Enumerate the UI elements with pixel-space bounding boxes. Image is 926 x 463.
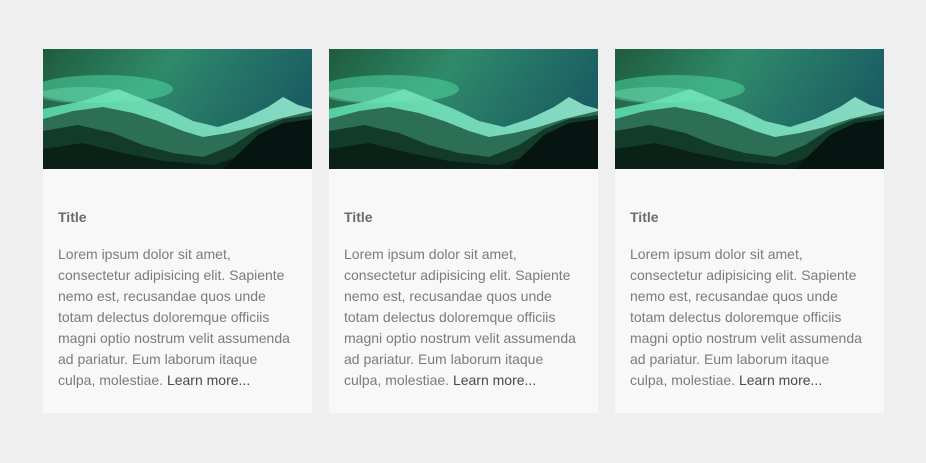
- learn-more-link[interactable]: Learn more...: [453, 372, 536, 388]
- card-title: Title: [630, 209, 659, 225]
- learn-more-link[interactable]: Learn more...: [167, 372, 250, 388]
- card-title: Title: [344, 209, 373, 225]
- card-body: Title Lorem ipsum dolor sit amet, consec…: [43, 169, 312, 391]
- card-body: Title Lorem ipsum dolor sit amet, consec…: [329, 169, 598, 391]
- card-grid: Title Lorem ipsum dolor sit amet, consec…: [43, 49, 884, 413]
- mountain-landscape-image: [329, 49, 598, 169]
- mountain-landscape-image: [43, 49, 312, 169]
- card-text: Lorem ipsum dolor sit amet, consectetur …: [344, 244, 583, 391]
- mountain-landscape-image: [615, 49, 884, 169]
- card-body-text: Lorem ipsum dolor sit amet, consectetur …: [630, 246, 862, 388]
- card-text: Lorem ipsum dolor sit amet, consectetur …: [58, 244, 297, 391]
- card-text: Lorem ipsum dolor sit amet, consectetur …: [630, 244, 869, 391]
- learn-more-link[interactable]: Learn more...: [739, 372, 822, 388]
- card-body-text: Lorem ipsum dolor sit amet, consectetur …: [344, 246, 576, 388]
- card-body: Title Lorem ipsum dolor sit amet, consec…: [615, 169, 884, 391]
- card: Title Lorem ipsum dolor sit amet, consec…: [329, 49, 598, 413]
- card-title: Title: [58, 209, 87, 225]
- card-body-text: Lorem ipsum dolor sit amet, consectetur …: [58, 246, 290, 388]
- card: Title Lorem ipsum dolor sit amet, consec…: [615, 49, 884, 413]
- card: Title Lorem ipsum dolor sit amet, consec…: [43, 49, 312, 413]
